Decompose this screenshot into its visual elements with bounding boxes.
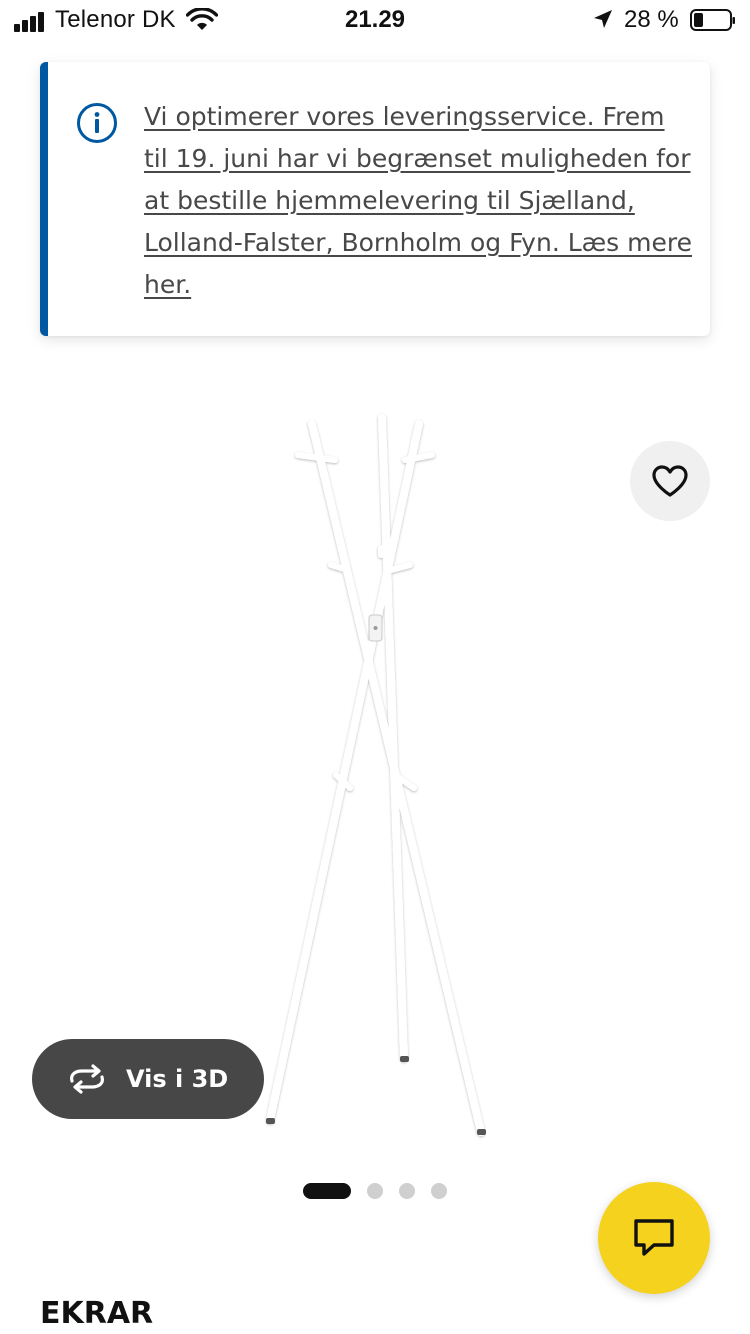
product-title: EKRAR	[40, 1296, 154, 1331]
view-3d-button[interactable]: Vis i 3D	[32, 1039, 264, 1119]
heart-icon	[652, 465, 688, 497]
product-page: Telenor DK 21.29 28 % Vi optimerer vores…	[0, 0, 750, 1334]
info-icon	[77, 103, 117, 143]
delivery-info-link[interactable]: Vi optimerer vores leveringsservice. Fre…	[144, 96, 692, 306]
battery-percent: 28 %	[624, 6, 679, 33]
carousel-dot[interactable]	[399, 1183, 415, 1199]
chat-button[interactable]	[598, 1182, 710, 1294]
rotate-3d-icon	[70, 1064, 104, 1094]
banner-accent-bar	[40, 62, 48, 336]
favorite-button[interactable]	[630, 441, 710, 521]
delivery-info-banner[interactable]: Vi optimerer vores leveringsservice. Fre…	[40, 62, 710, 336]
location-arrow-icon	[594, 10, 612, 28]
status-bar: Telenor DK 21.29 28 %	[0, 0, 750, 40]
carousel-dot[interactable]	[303, 1183, 351, 1199]
carousel-dot[interactable]	[431, 1183, 447, 1199]
battery-icon	[690, 9, 735, 31]
carousel-dot[interactable]	[367, 1183, 383, 1199]
view-3d-label: Vis i 3D	[126, 1065, 229, 1093]
chat-icon	[634, 1219, 674, 1256]
